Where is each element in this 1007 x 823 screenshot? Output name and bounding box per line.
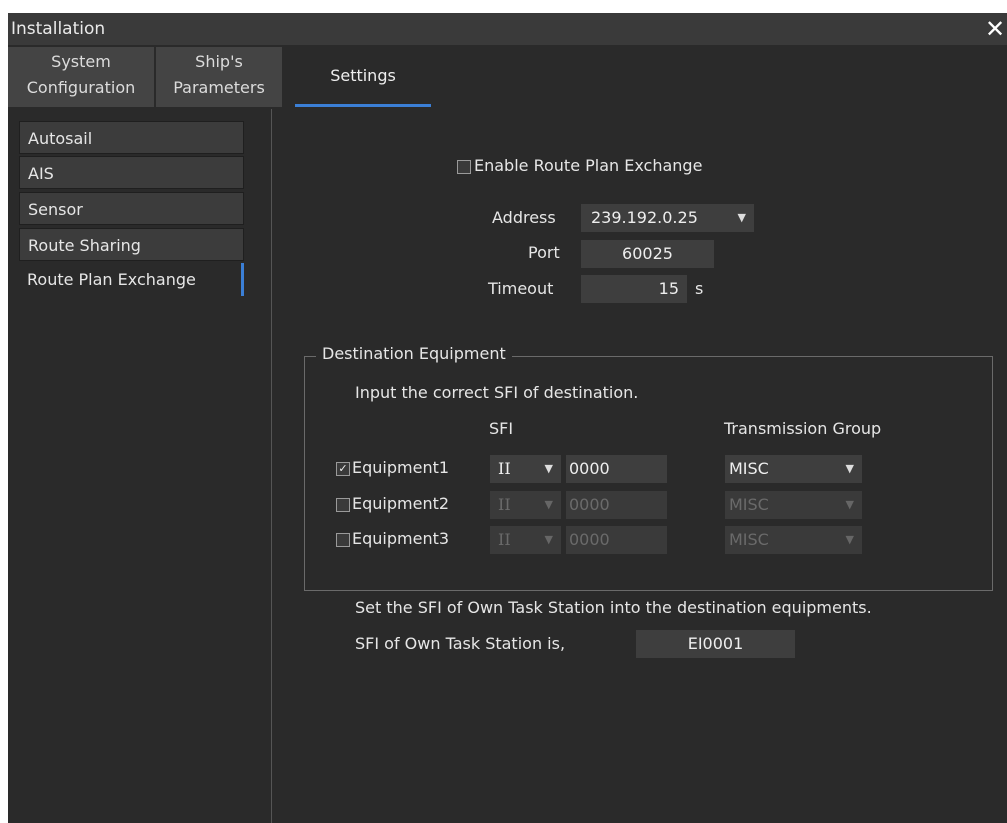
address-select[interactable]: 239.192.0.25 ▼	[580, 203, 755, 233]
number-value: 0000	[569, 459, 610, 478]
equipment3-checkbox[interactable]	[336, 533, 350, 547]
sidebar-item-sensor[interactable]: Sensor	[19, 192, 244, 225]
sidebar: Autosail AIS Sensor Route Sharing Route …	[8, 109, 272, 823]
equipment2-group-select[interactable]: MISC ▼	[724, 490, 863, 520]
address-value: 239.192.0.25	[591, 208, 698, 227]
equipment2-checkbox[interactable]	[336, 498, 350, 512]
enable-route-plan-exchange-label: Enable Route Plan Exchange	[474, 156, 703, 175]
equipment1-checkbox[interactable]: ✓	[336, 462, 350, 476]
tab-system-configuration[interactable]: System Configuration	[8, 47, 154, 107]
sfi-header: SFI	[489, 419, 514, 438]
chevron-down-icon: ▼	[845, 533, 854, 546]
address-label: Address	[492, 208, 556, 227]
tab-ships-parameters[interactable]: Ship's Parameters	[156, 47, 282, 107]
equipment1-prefix-select[interactable]: II ▼	[489, 454, 562, 484]
number-value: 0000	[569, 495, 610, 514]
installation-window: Installation ✕ System Configuration Ship…	[8, 13, 1007, 823]
tab-line2: Parameters	[173, 78, 265, 97]
sidebar-item-route-sharing[interactable]: Route Sharing	[19, 228, 244, 261]
sidebar-item-autosail[interactable]: Autosail	[19, 121, 244, 154]
own-sfi-instruction: Set the SFI of Own Task Station into the…	[355, 598, 872, 617]
number-value: 0000	[569, 530, 610, 549]
timeout-input[interactable]: 15	[580, 274, 688, 304]
group-value: MISC	[729, 495, 769, 514]
equipment1-label: Equipment1	[352, 458, 450, 477]
port-value: 60025	[622, 244, 673, 263]
close-icon[interactable]: ✕	[985, 14, 1007, 44]
tab-bar: System Configuration Ship's Parameters S…	[8, 47, 1007, 107]
destination-equipment-title: Destination Equipment	[316, 344, 512, 363]
equipment2-label: Equipment2	[352, 494, 450, 513]
destination-instruction: Input the correct SFI of destination.	[355, 383, 639, 402]
equipment2-number-input[interactable]: 0000	[565, 490, 668, 520]
sidebar-item-route-plan-exchange[interactable]: Route Plan Exchange	[19, 263, 244, 296]
own-sfi-label: SFI of Own Task Station is,	[355, 634, 566, 653]
prefix-value: II	[498, 459, 511, 478]
chevron-down-icon: ▼	[544, 533, 553, 546]
enable-route-plan-exchange-checkbox[interactable]	[457, 160, 471, 174]
title-bar: Installation ✕	[8, 13, 1007, 45]
timeout-unit: s	[695, 279, 704, 298]
transmission-group-header: Transmission Group	[724, 419, 882, 438]
equipment1-number-input[interactable]: 0000	[565, 454, 668, 484]
timeout-label: Timeout	[488, 279, 554, 298]
group-value: MISC	[729, 459, 769, 478]
own-sfi-value-field: EI0001	[635, 629, 796, 659]
chevron-down-icon: ▼	[544, 462, 553, 475]
equipment3-number-input[interactable]: 0000	[565, 525, 668, 555]
sidebar-item-ais[interactable]: AIS	[19, 156, 244, 189]
chevron-down-icon: ▼	[544, 498, 553, 511]
chevron-down-icon: ▼	[845, 462, 854, 475]
equipment1-group-select[interactable]: MISC ▼	[724, 454, 863, 484]
equipment3-group-select[interactable]: MISC ▼	[724, 525, 863, 555]
port-label: Port	[528, 243, 560, 262]
equipment3-label: Equipment3	[352, 529, 450, 548]
window-title: Installation	[11, 19, 106, 39]
tab-label: Settings	[330, 66, 396, 85]
prefix-value: II	[498, 495, 511, 514]
chevron-down-icon: ▼	[845, 498, 854, 511]
timeout-value: 15	[658, 279, 679, 298]
group-value: MISC	[729, 530, 769, 549]
port-input[interactable]: 60025	[580, 239, 715, 269]
tab-line1: Ship's	[195, 52, 243, 71]
tab-line2: Configuration	[26, 78, 136, 97]
own-sfi-value: EI0001	[687, 634, 744, 653]
tab-settings[interactable]: Settings	[295, 47, 431, 107]
tab-line1: System	[51, 52, 111, 71]
prefix-value: II	[498, 530, 511, 549]
chevron-down-icon: ▼	[737, 211, 746, 224]
equipment2-prefix-select[interactable]: II ▼	[489, 490, 562, 520]
equipment3-prefix-select[interactable]: II ▼	[489, 525, 562, 555]
